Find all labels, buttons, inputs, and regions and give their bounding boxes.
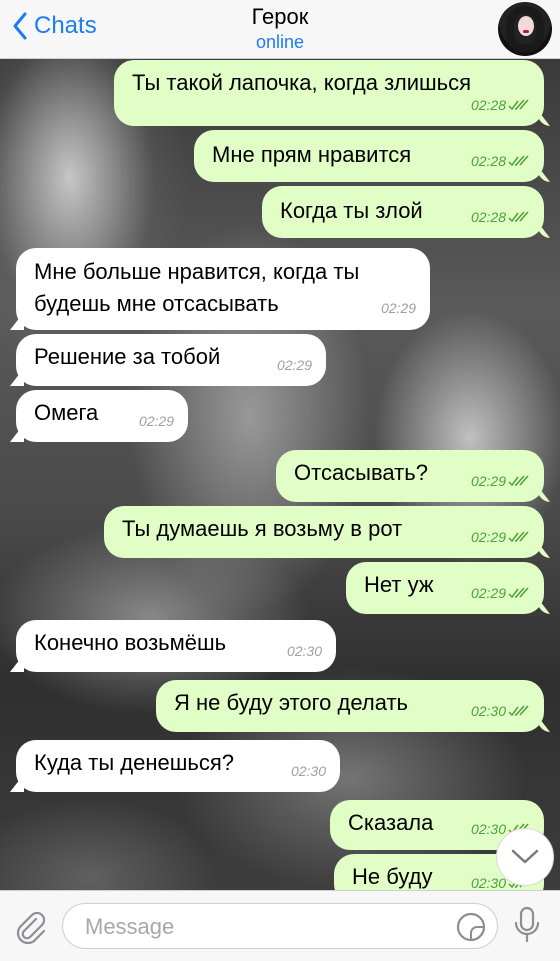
double-check-icon	[508, 99, 529, 111]
double-check-icon	[508, 475, 529, 487]
message-time: 02:29	[380, 300, 416, 316]
chevron-down-icon	[511, 849, 539, 864]
message-time: 02:28	[470, 97, 506, 113]
avatar[interactable]	[498, 2, 552, 56]
message-time: 02:29	[470, 473, 506, 489]
double-check-icon	[508, 211, 529, 223]
message-meta: 02:29	[277, 350, 312, 380]
message-text: Отсасывать?	[294, 460, 428, 485]
message-incoming[interactable]: Мне больше нравится, когда ты будешь мне…	[16, 248, 430, 330]
message-field[interactable]	[62, 903, 498, 949]
message-text: Куда ты денешься?	[34, 750, 234, 775]
message-incoming[interactable]: Омега 02:29	[16, 390, 188, 442]
message-meta: 02:28	[471, 202, 530, 232]
message-meta: 02:29	[139, 406, 174, 436]
avatar-lips	[523, 30, 529, 33]
message-input[interactable]	[83, 913, 437, 941]
message-meta: 02:29	[471, 522, 530, 552]
message-text: Мне прям нравится	[212, 142, 412, 167]
message-time: 02:29	[470, 585, 506, 601]
message-outgoing[interactable]: Нет уж 02:29	[346, 562, 544, 614]
message-outgoing[interactable]: Мне прям нравится 02:28	[194, 130, 544, 182]
message-incoming[interactable]: Куда ты денешься? 02:30	[16, 740, 340, 792]
message-text: Решение за тобой	[34, 344, 221, 369]
message-time: 02:30	[290, 763, 326, 779]
message-time: 02:30	[470, 703, 506, 719]
message-text: Конечно возьмёшь	[34, 630, 227, 655]
message-meta: 02:30	[287, 636, 322, 666]
message-incoming[interactable]: Решение за тобой 02:29	[16, 334, 326, 386]
message-text: Сказала	[348, 810, 434, 835]
sticker-button[interactable]	[455, 911, 487, 948]
scroll-down-button[interactable]	[496, 828, 554, 886]
message-meta: 02:28	[471, 90, 530, 120]
double-check-icon	[508, 705, 529, 717]
paperclip-icon	[16, 911, 46, 945]
message-incoming[interactable]: Конечно возьмёшь 02:30	[16, 620, 336, 672]
chat-title: Герок	[251, 4, 309, 29]
message-outgoing[interactable]: Я не буду этого делать 02:30	[156, 680, 544, 732]
message-input-bar	[0, 890, 560, 961]
message-time: 02:29	[138, 413, 174, 429]
message-outgoing[interactable]: Ты такой лапочка, когда злишься 02:28	[114, 60, 544, 126]
message-time: 02:30	[286, 643, 322, 659]
message-text: Нет уж	[364, 572, 434, 597]
message-meta: 02:29	[471, 466, 530, 496]
message-meta: 02:30	[291, 756, 326, 786]
message-outgoing[interactable]: Отсасывать? 02:29	[276, 450, 544, 502]
message-time: 02:28	[470, 209, 506, 225]
message-text: Не буду	[352, 864, 433, 889]
message-meta: 02:28	[471, 146, 530, 176]
message-text: Омега	[34, 400, 99, 425]
avatar-face	[518, 16, 534, 36]
message-time: 02:29	[470, 529, 506, 545]
sticker-icon	[456, 912, 486, 942]
message-text: Ты такой лапочка, когда злишься	[132, 70, 472, 95]
message-meta: 02:29	[381, 292, 416, 324]
attach-button[interactable]	[14, 909, 48, 950]
message-text: Когда ты злой	[280, 198, 423, 223]
chat-header: Chats Герок online	[0, 0, 560, 59]
chat-title-block[interactable]: Герок online	[0, 4, 560, 53]
message-meta: 02:30	[471, 696, 530, 726]
message-meta: 02:29	[471, 578, 530, 608]
double-check-icon	[508, 531, 529, 543]
double-check-icon	[508, 155, 529, 167]
chat-status: online	[255, 32, 305, 52]
microphone-icon	[514, 906, 540, 943]
message-text: Мне больше нравится, когда ты будешь мне…	[34, 259, 360, 316]
message-text: Я не буду этого делать	[174, 690, 408, 715]
message-outgoing[interactable]: Ты думаешь я возьму в рот 02:29	[104, 506, 544, 558]
message-text: Ты думаешь я возьму в рот	[122, 516, 403, 541]
message-time: 02:28	[470, 153, 506, 169]
mic-button[interactable]	[512, 905, 542, 950]
message-time: 02:29	[276, 357, 312, 373]
double-check-icon	[508, 587, 529, 599]
message-outgoing[interactable]: Когда ты злой 02:28	[262, 186, 544, 238]
